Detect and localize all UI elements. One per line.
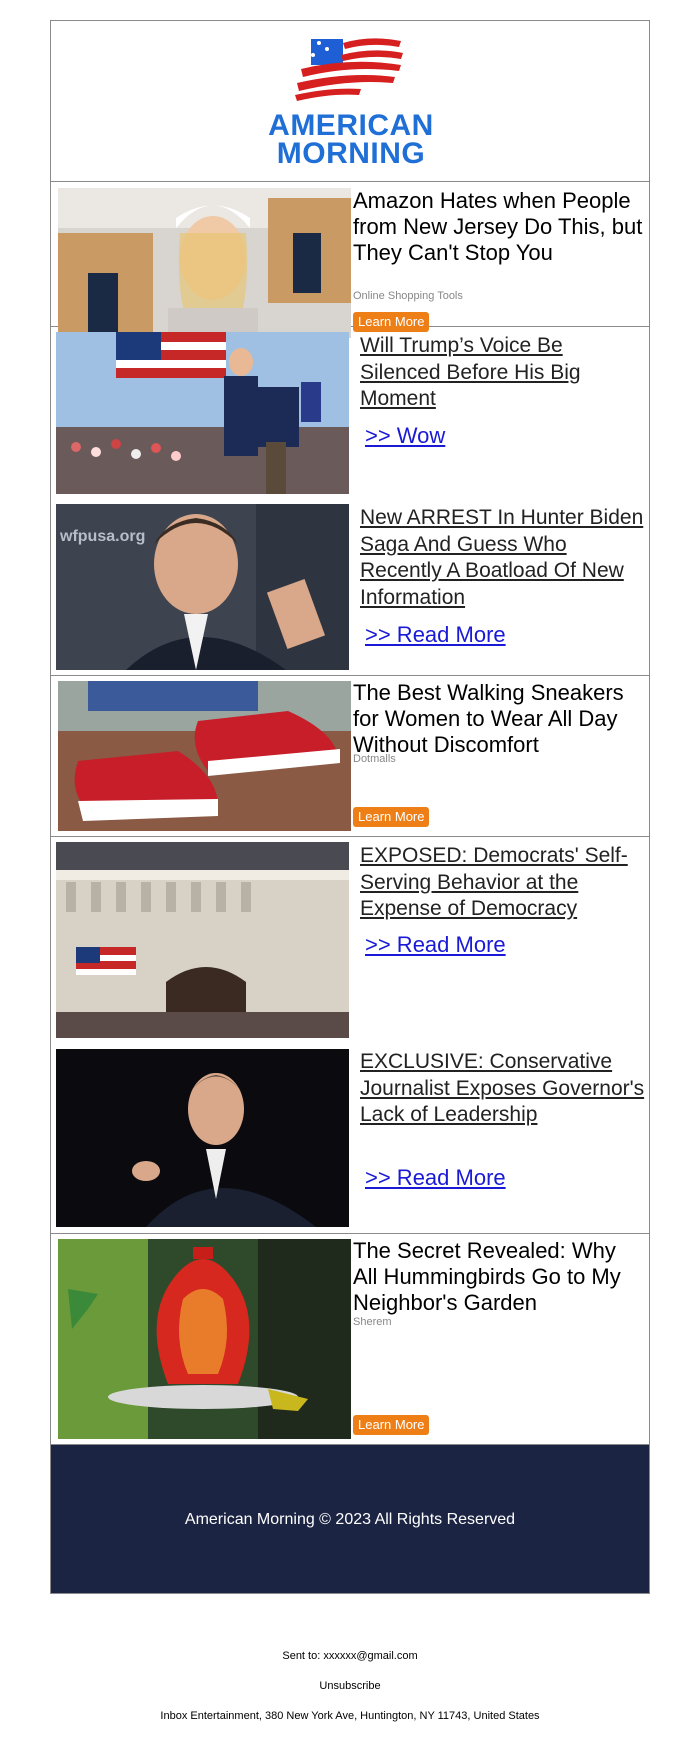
ad-image-red-sandals[interactable] (58, 681, 351, 831)
read-more-link[interactable]: >> Wow (365, 423, 445, 449)
flag-logo-icon (295, 38, 403, 101)
sent-to-text: Sent to: xxxxxx@gmail.com (282, 1650, 418, 1662)
copyright-text: American Morning © 2023 All Rights Reser… (184, 1511, 516, 1528)
ad-image-amazon-boxes[interactable] (58, 188, 351, 338)
article-headline[interactable]: New ARREST In Hunter Biden Saga And Gues… (360, 505, 645, 611)
ad-headline[interactable]: The Best Walking Sneakers for Women to W… (353, 680, 643, 758)
read-more-link[interactable]: >> Read More (365, 1165, 506, 1191)
newsletter-footer: American Morning © 2023 All Rights Reser… (51, 1445, 649, 1593)
newsletter-header: AMERICAN MORNING (51, 21, 649, 182)
learn-more-button[interactable]: Learn More (353, 1415, 430, 1435)
logo-text-morning: MORNING (276, 137, 426, 170)
sender-address: Inbox Entertainment, 380 New York Ave, H… (160, 1710, 540, 1722)
article-headline[interactable]: EXPOSED: Democrats' Self-Serving Behavio… (360, 843, 645, 923)
learn-more-button[interactable]: Learn More (353, 807, 430, 827)
sponsored-ad-amazon[interactable]: Amazon Hates when People from New Jersey… (51, 182, 649, 338)
sponsored-ad-sneakers[interactable]: The Best Walking Sneakers for Women to W… (51, 676, 649, 837)
read-more-link[interactable]: >> Read More (365, 932, 506, 958)
article-image-hunter-biden[interactable]: wfpusa.org (56, 504, 349, 670)
image-watermark: wfpusa.org (60, 528, 146, 545)
ad-image-hummingbird-feeder[interactable] (58, 1239, 351, 1439)
article-headline[interactable]: EXCLUSIVE: Conservative Journalist Expos… (360, 1049, 645, 1129)
ad-headline[interactable]: Amazon Hates when People from New Jersey… (353, 188, 643, 266)
american-morning-logo[interactable]: AMERICAN MORNING (261, 33, 441, 169)
ad-source: Online Shopping Tools (353, 290, 463, 302)
ad-source: Dotmalls (353, 753, 396, 765)
sponsored-ad-hummingbirds[interactable]: The Secret Revealed: Why All Hummingbird… (51, 1234, 649, 1445)
unsubscribe-link[interactable]: Unsubscribe (0, 1680, 700, 1692)
ad-headline[interactable]: The Secret Revealed: Why All Hummingbird… (353, 1238, 643, 1316)
article-image-capitol-crowd[interactable] (56, 842, 349, 1038)
article-section-2: EXPOSED: Democrats' Self-Serving Behavio… (51, 837, 649, 1234)
article-image-trump-rally[interactable] (56, 332, 349, 494)
ad-source: Sherem (353, 1316, 392, 1328)
article-headline[interactable]: Will Trump’s Voice Be Silenced Before Hi… (360, 333, 645, 413)
article-image-governor[interactable] (56, 1049, 349, 1227)
read-more-link[interactable]: >> Read More (365, 622, 506, 648)
article-section-1: Will Trump’s Voice Be Silenced Before Hi… (51, 327, 649, 676)
newsletter-container: AMERICAN MORNING Amazon Hates when Peopl… (50, 20, 650, 1594)
